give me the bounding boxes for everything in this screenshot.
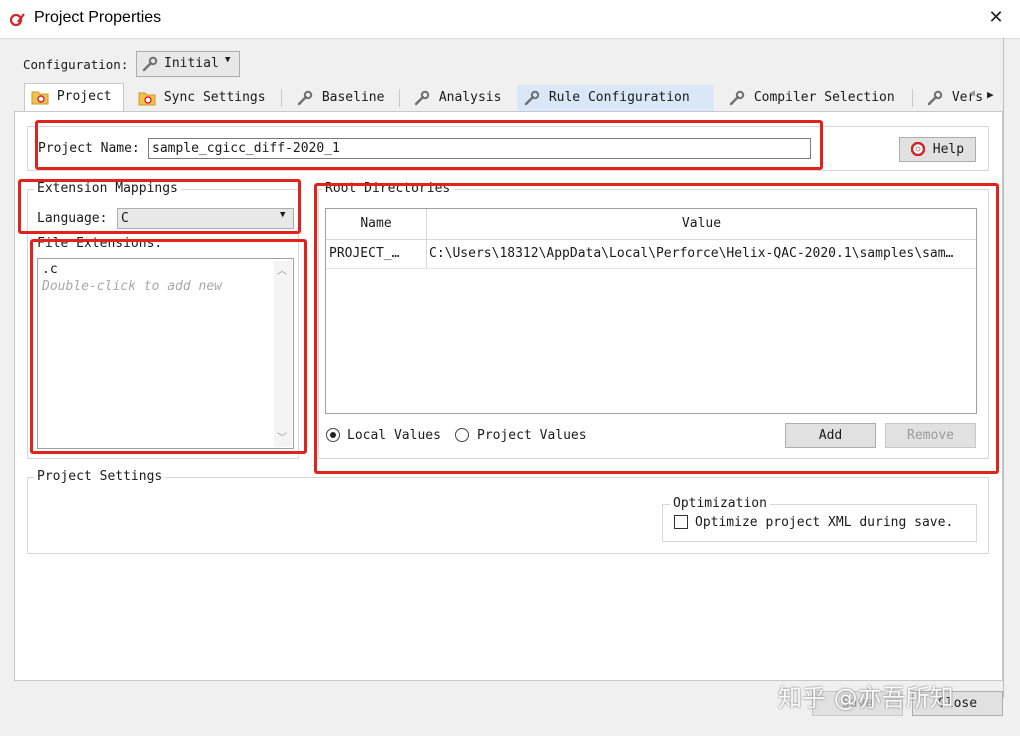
tab-label: Version [951,90,984,105]
tab-sync-settings[interactable]: Sync Settings [132,85,282,111]
tab-baseline[interactable]: Baseline [290,85,400,111]
tab-separator [912,89,913,107]
tab-compiler-selection[interactable]: Compiler Selection [722,85,912,111]
tab-label: Compiler Selection [753,90,895,105]
highlight-project-name [35,120,823,170]
sync-folder-icon [138,92,156,105]
help-lifebuoy-icon [910,141,926,156]
project-settings-title: Project Settings [34,469,166,484]
chevron-down-icon: ▼ [225,55,231,65]
tab-project[interactable]: Project [24,83,124,111]
highlight-root-directories [314,183,999,474]
tab-scroll-right-icon[interactable]: ▶ [987,88,994,101]
wrench-icon [142,56,158,72]
configuration-label: Configuration: [23,57,129,72]
configuration-value: Initial [164,56,219,71]
wrench-icon [927,90,943,105]
tab-scroll-left-icon[interactable]: ◀ [969,88,975,99]
wrench-icon [297,90,313,105]
tab-analysis[interactable]: Analysis [407,85,517,111]
project-folder-icon [31,91,49,104]
help-label: Help [932,142,965,157]
tab-label: Analysis [438,90,502,105]
tab-label: Project [56,89,112,104]
optimize-xml-checkbox[interactable] [674,515,688,529]
optimize-xml-label[interactable]: Optimize project XML during save. [695,515,953,530]
watermark-text: 知乎 @亦吾所知 [778,684,954,712]
tab-separator [399,89,400,107]
configuration-dropdown[interactable]: Initial ▼ [136,51,240,77]
tab-label: Baseline [321,90,385,105]
title-bar: Project Properties ✕ [0,0,1020,39]
help-button[interactable]: Help [899,137,976,162]
wrench-icon [414,90,430,105]
highlight-extension-mappings [18,179,301,234]
tab-label: Sync Settings [163,90,266,105]
wrench-icon [729,90,745,105]
optimization-title: Optimization [670,496,770,511]
window-edge [1003,38,1004,698]
highlight-file-extensions [30,239,307,454]
close-window-icon[interactable]: ✕ [984,6,1008,30]
tab-rule-configuration[interactable]: Rule Configuration [517,85,714,111]
tab-bar: Project Sync Settings Baseline Analysis … [14,83,1004,111]
tab-separator [281,89,282,107]
tab-label: Rule Configuration [548,90,690,105]
window-title: Project Properties [34,9,162,26]
wrench-icon [524,90,540,105]
app-logo-icon [10,13,25,27]
